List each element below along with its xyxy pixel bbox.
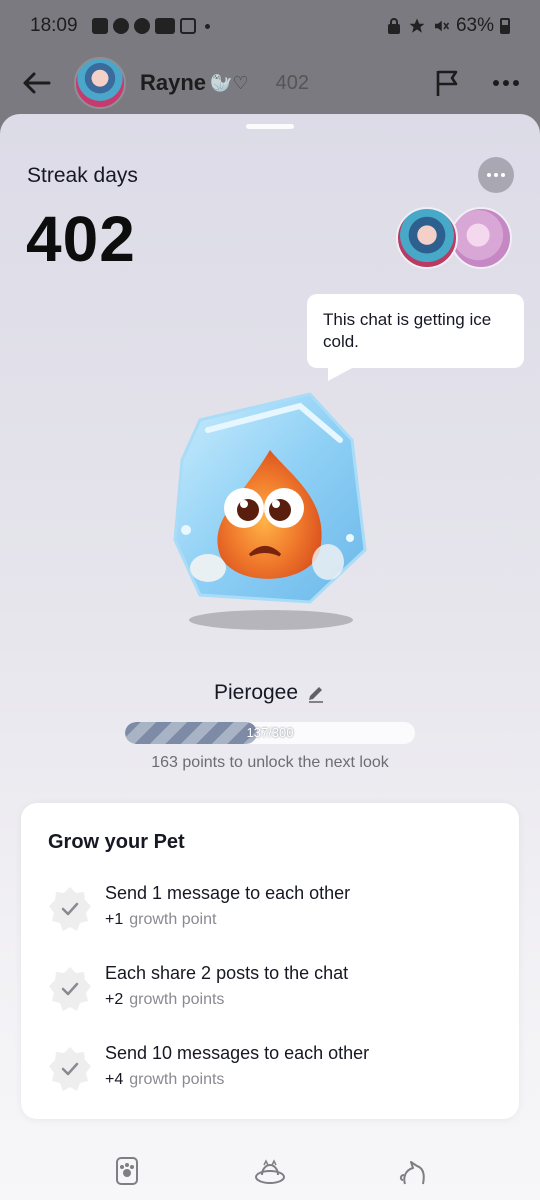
pet-name: Pierogee bbox=[213, 681, 299, 704]
growth-task: Send 10 messages to each other +4 growth … bbox=[46, 1041, 506, 1101]
flame-icon bbox=[258, 74, 271, 91]
task-title: Each share 2 posts to the chat bbox=[105, 963, 349, 983]
avatar bbox=[396, 207, 458, 269]
pet-bottom-nav bbox=[0, 1146, 540, 1196]
task-reward: +1 growth point bbox=[105, 911, 216, 929]
growth-task: Send 1 message to each other +1 growth po… bbox=[46, 881, 506, 941]
status-left: 18:09 bbox=[30, 15, 210, 37]
pinterest-icon bbox=[133, 18, 150, 34]
status-time: 18:09 bbox=[30, 15, 78, 36]
header-streak-count: 402 bbox=[275, 71, 309, 94]
pet-cat-icon bbox=[399, 1161, 425, 1185]
name-emoji: 🦭♡ bbox=[210, 72, 249, 93]
task-title: Send 1 message to each other bbox=[105, 883, 351, 903]
speech-bubble-tail bbox=[328, 367, 354, 381]
edit-pencil-icon[interactable] bbox=[306, 683, 326, 703]
growth-task: Each share 2 posts to the chat +2 growth … bbox=[46, 961, 506, 1021]
battery-percent: 63% bbox=[455, 15, 494, 36]
avatar-pair bbox=[396, 207, 516, 271]
pet-shadow bbox=[189, 610, 353, 630]
more-icon[interactable] bbox=[492, 79, 520, 87]
more-notifications-dot bbox=[204, 23, 210, 29]
instagram-icon bbox=[179, 18, 196, 34]
pet-bed-icon bbox=[254, 1159, 285, 1184]
grow-your-pet-card: Grow your Pet Send 1 message to each oth… bbox=[21, 803, 519, 1119]
task-unit: growth points bbox=[129, 1071, 225, 1088]
check-badge-icon bbox=[49, 1047, 91, 1091]
back-arrow-icon[interactable] bbox=[20, 67, 52, 99]
nav-pet-cat[interactable] bbox=[393, 1151, 433, 1191]
check-badge-icon bbox=[49, 967, 91, 1011]
sheet-more-button[interactable] bbox=[478, 157, 514, 193]
gallery-icon bbox=[91, 18, 108, 34]
task-points: +4 bbox=[105, 1071, 124, 1088]
mute-icon bbox=[434, 20, 450, 32]
pet-streak-sheet: Streak days 402 This chat is getting ice… bbox=[0, 114, 540, 1200]
pet-name-row: Pierogee bbox=[0, 681, 540, 705]
growth-progress-bar: 137/300 bbox=[125, 722, 415, 744]
task-points: +2 bbox=[105, 991, 124, 1008]
avatar[interactable] bbox=[74, 57, 126, 109]
notification-icons bbox=[91, 18, 210, 34]
contact-name[interactable]: Rayne bbox=[140, 70, 206, 96]
paw-card-icon bbox=[116, 1157, 139, 1185]
check-badge-icon bbox=[49, 887, 91, 931]
task-unit: growth point bbox=[129, 911, 217, 928]
task-points: +1 bbox=[105, 911, 124, 928]
lock-icon bbox=[387, 18, 400, 34]
task-reward: +2 growth points bbox=[105, 991, 224, 1009]
header-streak: 402 bbox=[257, 72, 309, 95]
pet-ice-cube-illustration[interactable] bbox=[160, 390, 380, 635]
battery-icon bbox=[500, 18, 510, 34]
more-dot bbox=[494, 173, 498, 177]
nav-pet-bed[interactable] bbox=[250, 1151, 290, 1191]
status-right: 63% bbox=[386, 15, 510, 37]
more-dot bbox=[501, 173, 505, 177]
speech-bubble: This chat is getting ice cold. bbox=[307, 294, 524, 368]
grow-card-title: Grow your Pet bbox=[48, 831, 185, 853]
tiktok-icon bbox=[112, 18, 129, 34]
chat-header: Rayne 🦭♡ 402 bbox=[0, 52, 540, 114]
sheet-grabber[interactable] bbox=[246, 124, 294, 129]
more-dot bbox=[487, 173, 491, 177]
header-actions bbox=[434, 68, 520, 98]
status-bar: 18:09 63% bbox=[0, 0, 540, 52]
task-reward: +4 growth points bbox=[105, 1071, 224, 1089]
streak-count: 402 bbox=[26, 203, 136, 275]
task-unit: growth points bbox=[129, 991, 225, 1008]
streak-label: Streak days bbox=[27, 164, 138, 187]
flag-icon[interactable] bbox=[434, 68, 462, 98]
unlock-hint: 163 points to unlock the next look bbox=[151, 754, 389, 771]
avatar bbox=[450, 207, 512, 269]
star-icon bbox=[409, 18, 425, 33]
youtube-icon bbox=[154, 18, 175, 34]
task-title: Send 10 messages to each other bbox=[105, 1043, 370, 1063]
growth-progress-text: 137/300 bbox=[246, 725, 294, 740]
nav-paw-card[interactable] bbox=[107, 1151, 147, 1191]
